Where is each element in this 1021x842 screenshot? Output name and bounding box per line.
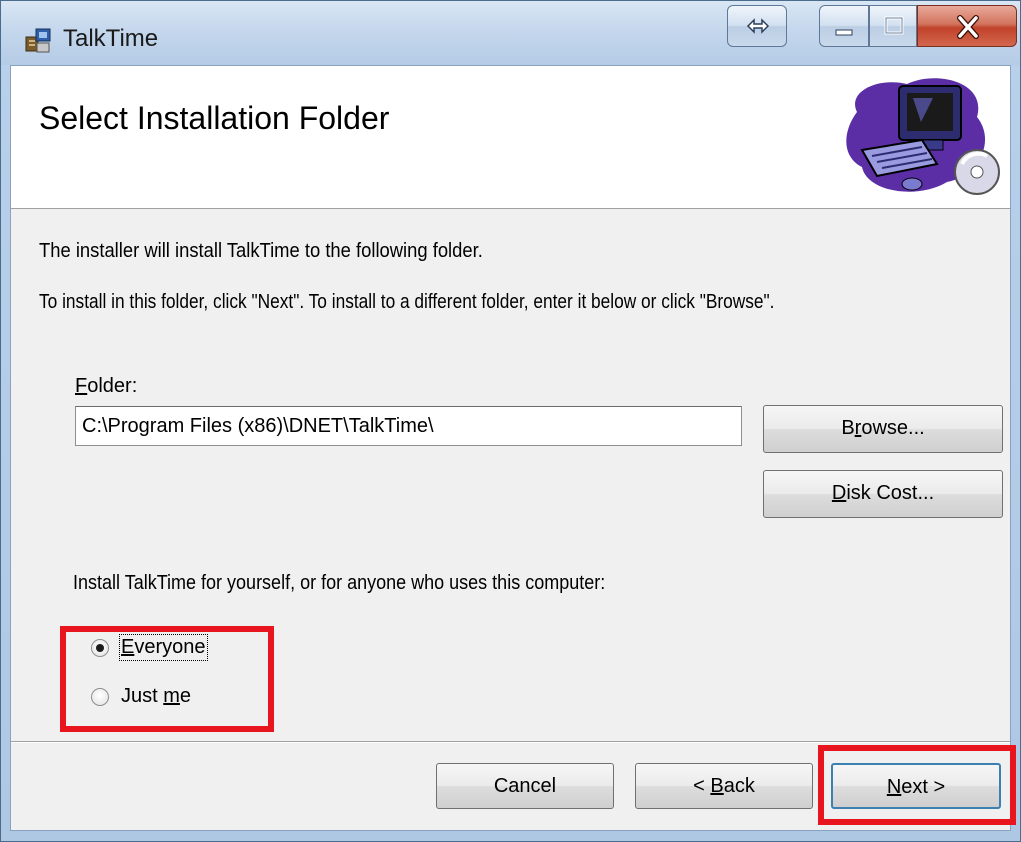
minimize-icon (835, 29, 853, 36)
disk-cost-button-label: Disk Cost... (832, 471, 934, 515)
minimize-button[interactable] (819, 5, 869, 47)
footer-divider (11, 741, 1010, 743)
installer-window: TalkTime Select Installation Folder The … (0, 0, 1021, 842)
browse-button-label: Browse... (841, 406, 924, 450)
browse-label-pre: B (841, 417, 855, 439)
browse-button[interactable]: Browse... (763, 405, 1003, 453)
page-title: Select Installation Folder (39, 100, 390, 136)
highlight-box-next-button (818, 745, 1016, 825)
back-label-pre: < (693, 775, 711, 797)
computer-clipart-icon (846, 78, 1000, 195)
highlight-box-install-options (60, 626, 274, 732)
folder-label: Folder: (75, 375, 137, 398)
cancel-button[interactable]: Cancel (436, 763, 614, 809)
installer-package-icon (25, 28, 51, 53)
double-arrow-icon (746, 18, 770, 34)
disk-cost-label-accel: D (831, 482, 847, 504)
maximize-button[interactable] (869, 5, 917, 47)
header-banner: Select Installation Folder (11, 66, 1010, 209)
disk-cost-label-post: isk Cost... (846, 482, 935, 504)
maximize-icon (884, 16, 904, 35)
title-bar[interactable]: TalkTime (1, 1, 1020, 65)
folder-path-input[interactable] (75, 406, 742, 446)
back-button[interactable]: < Back (635, 763, 813, 809)
window-title: TalkTime (63, 25, 159, 52)
resize-button[interactable] (727, 5, 787, 47)
folder-label-rest: older: (87, 375, 138, 397)
back-label-post: ack (723, 775, 755, 797)
intro-text: The installer will install TalkTime to t… (39, 240, 483, 262)
back-button-label: < Back (693, 764, 755, 808)
folder-label-accel: F (75, 375, 88, 397)
install-for-prompt: Install TalkTime for yourself, or for an… (73, 572, 606, 594)
back-label-accel: B (710, 775, 724, 797)
disk-cost-button[interactable]: Disk Cost... (763, 470, 1003, 518)
close-button[interactable] (917, 5, 1017, 47)
close-icon (957, 15, 979, 39)
instructions-text: To install in this folder, click "Next".… (39, 291, 775, 313)
browse-label-post: owse... (861, 417, 925, 439)
